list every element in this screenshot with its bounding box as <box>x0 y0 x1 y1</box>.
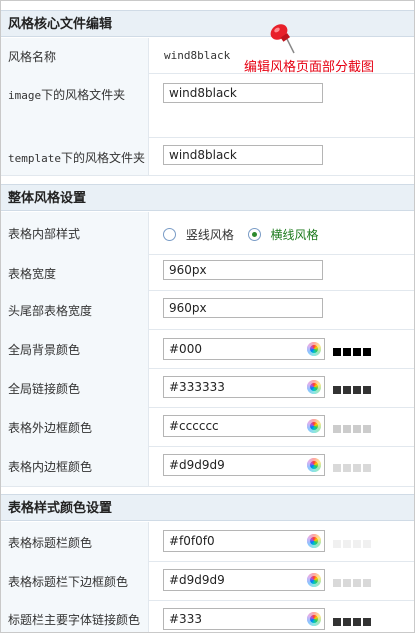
radio-horizontal-label: 横线风格 <box>270 228 319 242</box>
table-width-label: 表格宽度 <box>8 267 57 281</box>
row-title-bar-color: 表格标题栏颜色 #f0f0f0 <box>1 522 414 562</box>
table-inner-border-input[interactable]: #d9d9d9 <box>163 454 325 476</box>
color-wheel-icon[interactable] <box>307 458 321 472</box>
section-overall-style-title: 整体风格设置 <box>1 184 414 211</box>
row-title-bar-bottom-border: 表格标题栏下边框颜色 #d9d9d9 <box>1 561 414 601</box>
row-global-bg-color: 全局背景颜色 #000 <box>1 329 414 369</box>
inner-style-label: 表格内部样式 <box>8 227 81 241</box>
global-bg-color-input[interactable]: #000 <box>163 338 325 360</box>
title-bar-font-link-input[interactable]: #333 <box>163 608 325 630</box>
title-bar-bottom-border-label: 表格标题栏下边框颜色 <box>8 575 129 589</box>
color-wheel-icon[interactable] <box>307 419 321 433</box>
section-table-color-title: 表格样式颜色设置 <box>1 494 414 521</box>
title-bar-bottom-border-input[interactable]: #d9d9d9 <box>163 569 325 591</box>
image-folder-input[interactable]: wind8black <box>163 83 323 103</box>
template-folder-label: template下的风格文件夹 <box>8 151 145 165</box>
color-wheel-icon[interactable] <box>307 573 321 587</box>
header-footer-width-input[interactable]: 960px <box>163 298 323 318</box>
radio-horizontal-lines[interactable] <box>247 228 261 241</box>
color-swatches <box>333 383 373 394</box>
title-bar-color-label: 表格标题栏颜色 <box>8 536 93 550</box>
image-folder-label: image下的风格文件夹 <box>8 88 126 102</box>
color-swatches <box>333 576 373 587</box>
row-inner-style: 表格内部样式 竖线风格 横线风格 <box>1 212 414 255</box>
style-editor-panel: 风格核心文件编辑 风格名称 wind8black image下的风格文件夹 wi… <box>0 0 415 633</box>
table-outer-border-input[interactable]: #cccccc <box>163 415 325 437</box>
row-table-inner-border: 表格内边框颜色 #d9d9d9 <box>1 446 414 487</box>
global-link-color-input[interactable]: #333333 <box>163 376 325 398</box>
color-swatches <box>333 461 373 472</box>
global-link-color-label: 全局链接颜色 <box>8 382 81 396</box>
style-name-label: 风格名称 <box>8 50 57 64</box>
radio-vertical-label: 竖线风格 <box>185 228 234 242</box>
row-table-outer-border: 表格外边框颜色 #cccccc <box>1 407 414 447</box>
style-name-value: wind8black <box>164 49 231 62</box>
title-bar-color-input[interactable]: #f0f0f0 <box>163 530 325 552</box>
color-wheel-icon[interactable] <box>307 342 321 356</box>
global-bg-color-label: 全局背景颜色 <box>8 343 81 357</box>
pushpin-icon <box>270 24 295 54</box>
color-swatches <box>333 615 373 626</box>
row-title-bar-font-link: 标题栏主要字体链接颜色 #333 <box>1 600 414 632</box>
row-image-folder: image下的风格文件夹 wind8black <box>1 73 414 138</box>
table-inner-border-label: 表格内边框颜色 <box>8 460 93 474</box>
color-swatches <box>333 422 373 433</box>
row-table-width: 表格宽度 960px <box>1 254 414 291</box>
template-folder-input[interactable]: wind8black <box>163 145 323 165</box>
radio-vertical-lines[interactable] <box>163 228 176 241</box>
annotation-text: 编辑风格页面部分截图 <box>244 60 375 75</box>
color-swatches <box>333 537 373 548</box>
color-wheel-icon[interactable] <box>307 612 321 626</box>
table-width-input[interactable]: 960px <box>163 260 323 280</box>
color-wheel-icon[interactable] <box>307 380 321 394</box>
title-bar-font-link-label: 标题栏主要字体链接颜色 <box>8 613 141 627</box>
row-template-folder: template下的风格文件夹 wind8black <box>1 137 414 176</box>
row-global-link-color: 全局链接颜色 #333333 <box>1 368 414 408</box>
section-core-files-title: 风格核心文件编辑 <box>1 10 414 37</box>
color-wheel-icon[interactable] <box>307 534 321 548</box>
row-header-footer-width: 头尾部表格宽度 960px <box>1 290 414 330</box>
table-outer-border-label: 表格外边框颜色 <box>8 421 93 435</box>
header-footer-width-label: 头尾部表格宽度 <box>8 304 93 318</box>
color-swatches <box>333 345 373 356</box>
